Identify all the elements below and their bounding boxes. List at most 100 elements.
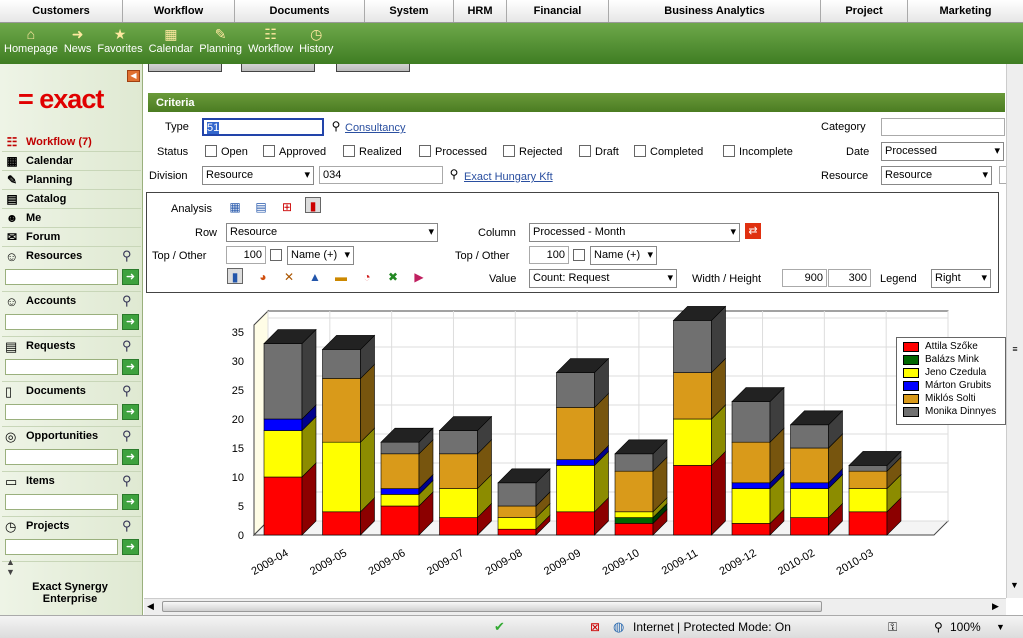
requests-search-input[interactable] [5,359,118,375]
lookup-icon[interactable]: ⚲ [446,166,462,182]
search-icon[interactable]: ⚲ [122,338,132,354]
legend-select[interactable]: Right [931,269,991,288]
stacked-chart-icon[interactable]: ▬ [333,269,349,285]
chevron-down-icon[interactable]: ▼ [996,622,1005,632]
col-other-checkbox[interactable] [573,249,585,261]
row-select[interactable]: Resource [226,223,438,242]
status-realized-checkbox[interactable] [343,145,355,157]
sidebar-item-me[interactable]: ☻ Me [2,209,141,228]
menu-business-analytics[interactable]: Business Analytics [609,0,821,22]
row-other-checkbox[interactable] [270,249,282,261]
resource-extra-input[interactable] [999,166,1006,184]
homepage-button[interactable]: ⌂ Homepage [4,23,58,64]
type-input[interactable]: 51 [202,118,324,136]
lock-icon[interactable]: ⚿ [888,620,897,635]
zoom-level[interactable]: 100% [950,620,981,634]
width-input[interactable]: 900 [782,269,827,287]
row-top-input[interactable]: 100 [226,246,266,264]
go-arrow-icon[interactable]: ➜ [122,494,139,510]
menu-financial[interactable]: Financial [507,0,609,22]
bar-chart-icon[interactable]: ▮ [227,268,243,284]
go-arrow-icon[interactable]: ➜ [122,314,139,330]
status-completed-checkbox[interactable] [634,145,646,157]
swap-icon[interactable]: ⇄ [745,223,761,239]
planning-button[interactable]: ✎ Planning [199,23,242,64]
menu-customers[interactable]: Customers [0,0,123,22]
xy-chart-icon[interactable]: ✖ [385,269,401,285]
height-input[interactable]: 300 [828,269,871,287]
menu-workflow[interactable]: Workflow [123,0,235,22]
column-select[interactable]: Processed - Month [529,223,740,242]
menu-marketing[interactable]: Marketing [908,0,1023,22]
go-arrow-icon[interactable]: ➜ [122,539,139,555]
close-button[interactable]: Close [336,64,410,72]
date-select[interactable]: Processed [881,142,1004,161]
go-arrow-icon[interactable]: ➜ [122,359,139,375]
calendar-button[interactable]: ▦ Calendar [149,23,194,64]
search-icon[interactable]: ⚲ [122,473,132,489]
scroll-down-icon[interactable]: ▼ [1010,580,1019,590]
menu-system[interactable]: System [365,0,454,22]
sidebar-item-planning[interactable]: ✎ Planning [2,171,141,190]
opportunities-search-input[interactable] [5,449,118,465]
status-draft-checkbox[interactable] [579,145,591,157]
resource-select[interactable]: Resource [881,166,992,185]
search-icon[interactable]: ⚲ [122,518,132,534]
sidebar-item-calendar[interactable]: ▦ Calendar [2,152,141,171]
status-open-checkbox[interactable] [205,145,217,157]
zoom-icon[interactable]: ⚲ [934,620,943,634]
funnel-chart-icon[interactable]: ▶ [411,269,427,285]
horizontal-scrollbar[interactable]: ◀ ▶ [144,598,1006,615]
value-select[interactable]: Count: Request [529,269,677,288]
documents-search-input[interactable] [5,404,118,420]
scatter-chart-icon[interactable]: ✕ [281,269,297,285]
pie-chart-icon[interactable]: ◕ [255,269,271,285]
pivot-icon[interactable]: ⊞ [279,199,295,215]
type-link[interactable]: Consultancy [345,122,406,134]
search-icon[interactable]: ⚲ [122,383,132,399]
col-top-input[interactable]: 100 [529,246,569,264]
menu-documents[interactable]: Documents [235,0,365,22]
sidebar-item-catalog[interactable]: ▤ Catalog [2,190,141,209]
items-search-input[interactable] [5,494,118,510]
division-code-input[interactable]: 034 [319,166,443,184]
search-icon[interactable]: ⚲ [122,428,132,444]
sidebar-item-forum[interactable]: ✉ Forum [2,228,141,247]
vertical-scrollbar[interactable]: ≡ ▼ [1006,64,1023,598]
scroll-left-icon[interactable]: ◀ [147,601,154,612]
chart-view-icon[interactable]: ▮ [305,197,321,213]
sidebar-item-workflow[interactable]: ☷ Workflow (7) [2,133,141,152]
search-icon[interactable]: ⚲ [122,293,132,309]
donut-chart-icon[interactable]: ◔ [359,269,375,285]
reset-button[interactable]: Reset [241,64,315,72]
news-button[interactable]: ➜ News [64,23,92,64]
scroll-right-icon[interactable]: ▶ [992,601,999,612]
go-arrow-icon[interactable]: ➜ [122,404,139,420]
scroll-arrows-icon[interactable]: ▲ ▼ [6,557,15,577]
refresh-button[interactable]: Refresh [148,64,222,72]
accounts-search-input[interactable] [5,314,118,330]
go-arrow-icon[interactable]: ➜ [122,269,139,285]
resources-search-input[interactable] [5,269,118,285]
status-approved-checkbox[interactable] [263,145,275,157]
table-view-icon[interactable]: ▦ [227,199,243,215]
search-icon[interactable]: ⚲ [122,248,132,264]
area-chart-icon[interactable]: ▲ [307,269,323,285]
row-sort-select[interactable]: Name (+) [287,246,354,265]
projects-search-input[interactable] [5,539,118,555]
status-rejected-checkbox[interactable] [503,145,515,157]
collapse-sidebar-button[interactable]: ◀ [127,70,140,82]
col-sort-select[interactable]: Name (+) [590,246,657,265]
status-processed-checkbox[interactable] [419,145,431,157]
grid-view-icon[interactable]: ▤ [253,199,269,215]
menu-hrm[interactable]: HRM [454,0,507,22]
menu-project[interactable]: Project [821,0,908,22]
category-input[interactable] [881,118,1005,136]
scroll-grip-icon[interactable]: ≡ [1009,344,1021,358]
workflow-button[interactable]: ☷ Workflow [248,23,293,64]
division-link[interactable]: Exact Hungary Kft [464,171,553,183]
go-arrow-icon[interactable]: ➜ [122,449,139,465]
status-incomplete-checkbox[interactable] [723,145,735,157]
history-button[interactable]: ◷ History [299,23,333,64]
lookup-icon[interactable]: ⚲ [328,118,344,134]
